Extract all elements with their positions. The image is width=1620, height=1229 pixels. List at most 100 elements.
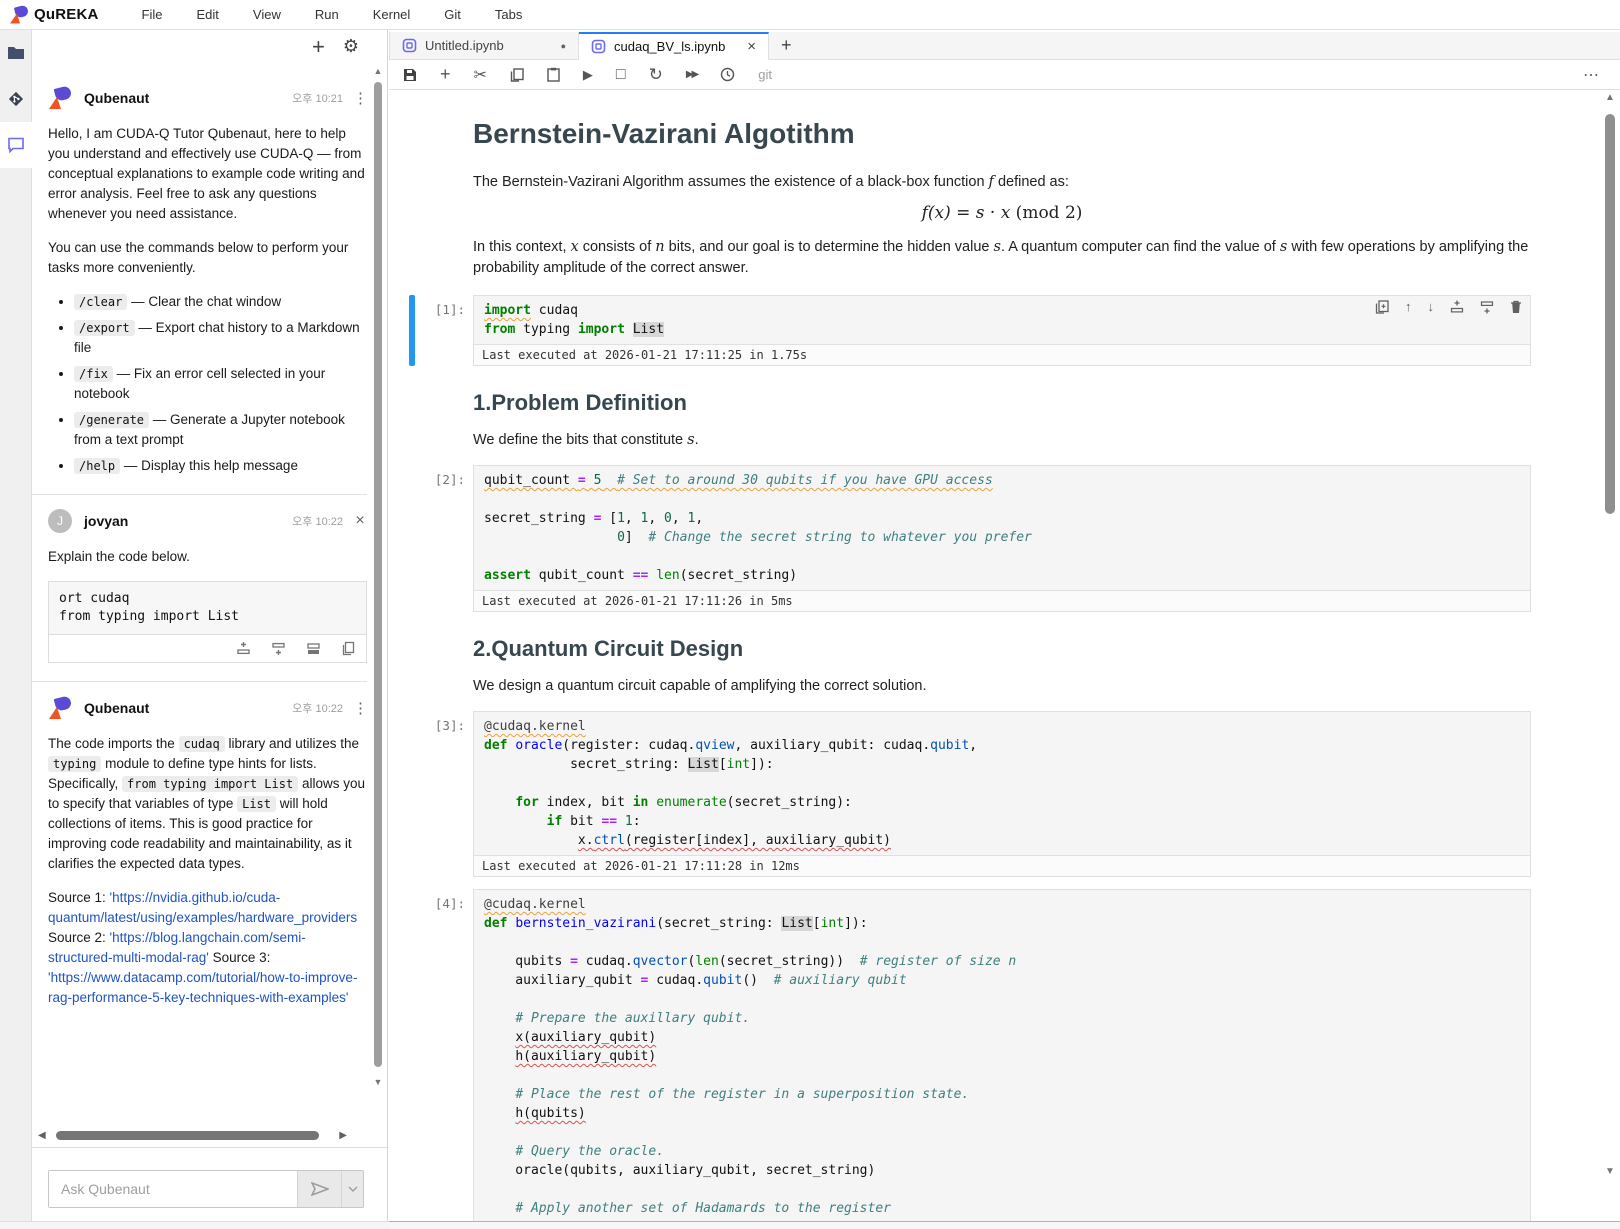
restart-kernel-button[interactable]: ↻ [649, 65, 663, 85]
message-text: Hello, I am CUDA-Q Tutor Qubenaut, here … [48, 124, 367, 224]
settings-gear-icon[interactable]: ⚙ [343, 36, 359, 57]
command-item: /clear — Clear the chat window [74, 292, 367, 312]
chevron-down-icon [348, 1186, 358, 1192]
duplicate-cell-icon[interactable] [1375, 300, 1389, 314]
message-menu-icon[interactable]: ⋮ [353, 699, 367, 717]
code-line: @cudaq.kernel [484, 717, 1520, 736]
chat-input-area [32, 1147, 387, 1229]
insert-below-icon[interactable] [271, 641, 286, 656]
execution-footer: Last executed at 2026-01-21 17:11:25 in … [474, 344, 1530, 365]
markdown-heading[interactable]: 2.Quantum Circuit Design [409, 636, 1531, 662]
insert-above-icon[interactable] [236, 641, 251, 656]
cell-editor[interactable]: import cudaqfrom typing import List [474, 296, 1530, 344]
sidebar-item-files[interactable] [0, 30, 32, 76]
scroll-up-icon[interactable]: ▲ [372, 66, 384, 76]
code-line [484, 1066, 1520, 1085]
run-all-button[interactable]: ▶▶ [686, 69, 697, 80]
move-cell-down-icon[interactable]: ↓ [1428, 299, 1435, 314]
message-menu-icon[interactable]: ⋮ [353, 89, 367, 107]
menu-tabs[interactable]: Tabs [478, 7, 539, 22]
code-line: auxiliary_qubit = cudaq.qubit() # auxili… [484, 971, 1520, 990]
insert-cell-below-icon[interactable] [1480, 300, 1494, 314]
code-line: secret_string: List[int]): [484, 755, 1520, 774]
history-button[interactable] [720, 67, 735, 82]
tab-cudaq-bv[interactable]: cudaq_BV_ls.ipynb × [579, 32, 769, 60]
send-options-button[interactable] [341, 1171, 363, 1207]
scrollbar-thumb[interactable] [1605, 114, 1615, 514]
stop-kernel-button[interactable]: □ [616, 66, 626, 84]
menu-view[interactable]: View [236, 7, 298, 22]
menu-edit[interactable]: Edit [180, 7, 236, 22]
new-tab-button[interactable]: + [769, 32, 804, 59]
bottom-strip [0, 1221, 389, 1229]
app-logo: QuREKA [10, 6, 99, 24]
notebook-icon [402, 38, 417, 53]
copy-icon[interactable] [341, 641, 356, 656]
scroll-down-icon[interactable]: ▼ [372, 1077, 384, 1087]
code-cell-1[interactable]: [1]: import cudaqfrom typing import List… [409, 295, 1531, 366]
cut-cells-button[interactable]: ✂ [474, 65, 487, 85]
copy-cells-button[interactable] [510, 68, 524, 82]
tab-untitled[interactable]: Untitled.ipynb ● [389, 32, 579, 59]
replace-cell-icon[interactable] [306, 641, 321, 656]
markdown-paragraph[interactable]: The Bernstein-Vazirani Algorithm assumes… [409, 172, 1531, 193]
scrollbar-thumb[interactable] [56, 1131, 319, 1140]
chat-input[interactable] [49, 1171, 297, 1207]
paragraph-text: We define the bits that constitute s. [473, 430, 1531, 451]
scroll-left-icon[interactable]: ◀ [38, 1130, 46, 1141]
markdown-paragraph[interactable]: We design a quantum circuit capable of a… [409, 676, 1531, 697]
markdown-paragraph[interactable]: In this context, x consists of n bits, a… [409, 237, 1531, 279]
new-chat-button[interactable]: + [312, 37, 325, 57]
chat-code-text: ort cudaq from typing import List [49, 582, 366, 634]
close-tab-icon[interactable]: × [747, 38, 756, 55]
notebook-vertical-scrollbar[interactable]: ▲ ▼ [1603, 92, 1617, 1219]
paste-cells-button[interactable] [547, 67, 560, 82]
delete-message-icon[interactable]: × [353, 512, 367, 530]
add-cell-button[interactable]: + [440, 64, 451, 85]
delete-cell-icon[interactable] [1510, 300, 1522, 314]
code-line: for index, bit in enumerate(secret_strin… [484, 793, 1520, 812]
notebook-toolbar: + ✂ ▶ □ ↻ ▶▶ git ⋯ [389, 60, 1620, 90]
activity-bar [0, 30, 32, 1229]
paste-icon [547, 67, 560, 82]
code-line: # Place the rest of the register in a su… [484, 1085, 1520, 1104]
cell-editor[interactable]: qubit_count = 5 # Set to around 30 qubit… [474, 466, 1530, 590]
sidebar-item-git[interactable] [0, 76, 32, 122]
menu-git[interactable]: Git [427, 7, 478, 22]
scroll-right-icon[interactable]: ▶ [339, 1130, 347, 1141]
message-sources[interactable]: Source 1: 'https://nvidia.github.io/cuda… [48, 888, 367, 1008]
menu-run[interactable]: Run [298, 7, 356, 22]
code-cell-2[interactable]: [2]: qubit_count = 5 # Set to around 30 … [409, 465, 1531, 612]
scroll-down-icon[interactable]: ▼ [1603, 1166, 1617, 1177]
code-line: def oracle(register: cudaq.qview, auxili… [484, 736, 1520, 755]
insert-cell-above-icon[interactable] [1450, 300, 1464, 314]
user-avatar: J [48, 509, 72, 533]
scrollbar-thumb[interactable] [374, 82, 382, 1067]
code-line: def bernstein_vazirani(secret_string: Li… [484, 914, 1520, 933]
code-cell-4[interactable]: [4]: @cudaq.kerneldef bernstein_vazirani… [409, 889, 1531, 1224]
more-actions-icon[interactable]: ⋯ [1583, 60, 1600, 90]
run-cell-button[interactable]: ▶ [583, 67, 593, 83]
code-line [484, 990, 1520, 1009]
cell-editor[interactable]: @cudaq.kerneldef bernstein_vazirani(secr… [474, 890, 1530, 1223]
save-button[interactable] [403, 68, 417, 82]
send-button[interactable] [297, 1171, 341, 1207]
paragraph-text: In this context, x consists of n bits, a… [473, 237, 1531, 279]
code-cell-3[interactable]: [3]: @cudaq.kerneldef oracle(register: c… [409, 711, 1531, 877]
scroll-up-icon[interactable]: ▲ [1603, 92, 1617, 103]
command-item: /export — Export chat history to a Markd… [74, 318, 367, 358]
menu-kernel[interactable]: Kernel [356, 7, 428, 22]
move-cell-up-icon[interactable]: ↑ [1405, 299, 1412, 314]
chat-horizontal-scrollbar[interactable]: ◀ ▶ [38, 1129, 363, 1143]
markdown-paragraph[interactable]: We define the bits that constitute s. [409, 430, 1531, 451]
git-toolbar-label[interactable]: git [758, 67, 772, 82]
sidebar-item-chat[interactable] [0, 122, 32, 168]
markdown-cell-title[interactable]: Bernstein-Vazirani Algotithm [409, 118, 1531, 150]
markdown-heading[interactable]: 1.Problem Definition [409, 390, 1531, 416]
notebook-content: Bernstein-Vazirani Algotithm The Bernste… [389, 90, 1596, 1229]
save-icon [403, 68, 417, 82]
code-line: # Apply another set of Hadamards to the … [484, 1199, 1520, 1218]
cell-editor[interactable]: @cudaq.kerneldef oracle(register: cudaq.… [474, 712, 1530, 855]
menu-file[interactable]: File [125, 7, 180, 22]
chat-vertical-scrollbar[interactable]: ▲ ▼ [372, 66, 384, 1103]
